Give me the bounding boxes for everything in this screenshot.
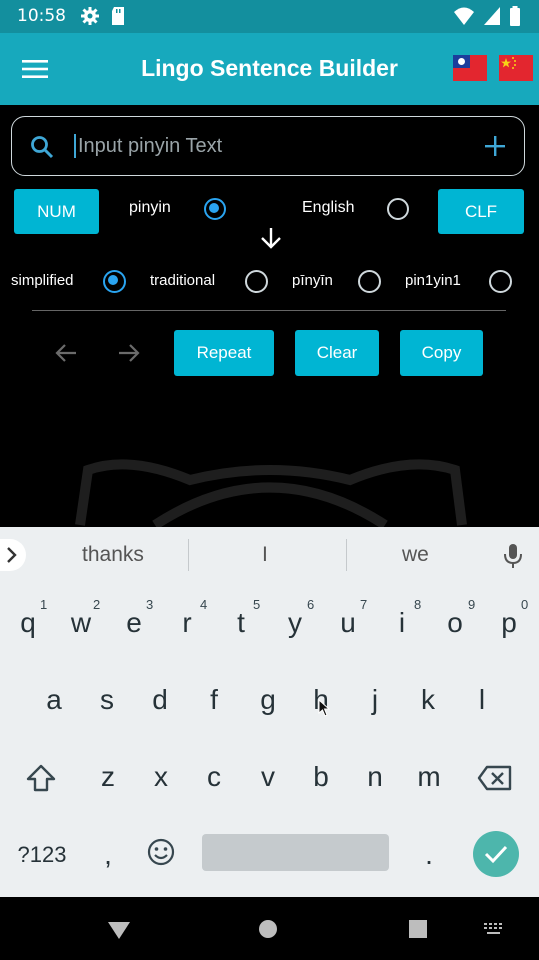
expand-suggestions-button[interactable] <box>0 539 26 571</box>
gear-icon <box>81 7 99 25</box>
traditional-label: traditional <box>150 272 216 289</box>
key-j[interactable]: j <box>355 684 395 716</box>
key-d[interactable]: d <box>140 684 180 716</box>
key-x[interactable]: x <box>141 761 181 793</box>
keyboard-switch-icon[interactable] <box>483 922 505 936</box>
key-s[interactable]: s <box>87 684 127 716</box>
arrow-back-icon[interactable] <box>54 341 78 365</box>
pinyin-radio[interactable] <box>204 198 226 220</box>
status-time: 10:58 <box>17 6 66 26</box>
suggestion-1[interactable]: thanks <box>82 543 144 567</box>
taiwan-flag-icon[interactable] <box>453 55 487 81</box>
clear-button[interactable]: Clear <box>295 330 379 376</box>
key-b[interactable]: b <box>301 761 341 793</box>
text-caret <box>74 134 76 158</box>
microphone-icon[interactable] <box>503 543 523 569</box>
key-q[interactable]: q <box>8 607 48 639</box>
suggestion-separator <box>346 539 347 571</box>
emoji-icon[interactable] <box>146 837 176 867</box>
pinyin-tones-label: pīnyīn <box>292 272 333 289</box>
key-a[interactable]: a <box>34 684 74 716</box>
key-n[interactable]: n <box>355 761 395 793</box>
suggestion-3[interactable]: we <box>402 543 429 567</box>
suggestion-separator <box>188 539 189 571</box>
english-radio[interactable] <box>387 198 409 220</box>
traditional-radio[interactable] <box>245 270 268 293</box>
divider <box>32 310 506 311</box>
arrow-forward-icon[interactable] <box>117 341 141 365</box>
china-flag-icon[interactable] <box>499 55 533 81</box>
key-c[interactable]: c <box>194 761 234 793</box>
nav-home-icon[interactable] <box>258 919 278 939</box>
period-key[interactable]: . <box>409 839 449 871</box>
key-k[interactable]: k <box>408 684 448 716</box>
add-icon[interactable] <box>484 135 506 157</box>
pinyin-numbers-label: pin1yin1 <box>405 272 461 289</box>
suggestion-2[interactable]: I <box>262 543 268 567</box>
search-box[interactable] <box>11 116 525 176</box>
clf-button[interactable]: CLF <box>438 189 524 234</box>
enter-button[interactable] <box>473 831 519 877</box>
copy-button[interactable]: Copy <box>400 330 483 376</box>
pinyin-tones-radio[interactable] <box>358 270 381 293</box>
key-u[interactable]: u <box>328 607 368 639</box>
symbols-key[interactable]: ?123 <box>12 842 72 868</box>
backspace-icon[interactable] <box>477 765 513 791</box>
key-r[interactable]: r <box>167 607 207 639</box>
key-m[interactable]: m <box>409 761 449 793</box>
checkmark-icon <box>484 845 508 864</box>
wifi-icon <box>454 7 474 25</box>
status-icons-right <box>453 6 521 26</box>
nav-back-icon[interactable] <box>107 920 131 940</box>
comma-key[interactable]: , <box>88 839 128 871</box>
status-icons-left <box>80 6 126 26</box>
nav-recents-icon[interactable] <box>408 920 428 938</box>
signal-icon <box>484 7 500 25</box>
status-bar: 10:58 <box>0 0 539 33</box>
key-o[interactable]: o <box>435 607 475 639</box>
pinyin-label: pinyin <box>129 199 171 216</box>
keyboard: thanks I we 1 2 3 4 5 6 7 8 9 0 q w e r … <box>0 527 539 897</box>
pinyin-numbers-radio[interactable] <box>489 270 512 293</box>
key-p[interactable]: p <box>489 607 529 639</box>
background-logo <box>75 459 467 527</box>
app-bar: Lingo Sentence Builder <box>0 33 539 105</box>
key-i[interactable]: i <box>382 607 422 639</box>
repeat-button[interactable]: Repeat <box>174 330 274 376</box>
spacebar[interactable] <box>202 834 389 871</box>
search-icon <box>31 136 54 159</box>
key-v[interactable]: v <box>248 761 288 793</box>
suggestion-bar: thanks I we <box>0 527 539 585</box>
mouse-pointer-icon <box>318 699 330 717</box>
num-button[interactable]: NUM <box>14 189 99 234</box>
simplified-label: simplified <box>11 272 74 289</box>
key-t[interactable]: t <box>221 607 261 639</box>
shift-icon[interactable] <box>25 763 57 793</box>
key-e[interactable]: e <box>114 607 154 639</box>
arrow-down-icon[interactable] <box>259 226 283 250</box>
key-f[interactable]: f <box>194 684 234 716</box>
key-l[interactable]: l <box>462 684 502 716</box>
key-z[interactable]: z <box>88 761 128 793</box>
simplified-radio[interactable] <box>103 270 126 293</box>
sd-card-icon <box>112 7 124 25</box>
battery-icon <box>510 6 520 26</box>
chevron-right-icon <box>7 547 17 563</box>
navigation-bar <box>0 897 539 960</box>
key-g[interactable]: g <box>248 684 288 716</box>
key-y[interactable]: y <box>275 607 315 639</box>
pinyin-input[interactable] <box>78 131 458 161</box>
english-label: English <box>302 199 355 216</box>
key-w[interactable]: w <box>61 607 101 639</box>
